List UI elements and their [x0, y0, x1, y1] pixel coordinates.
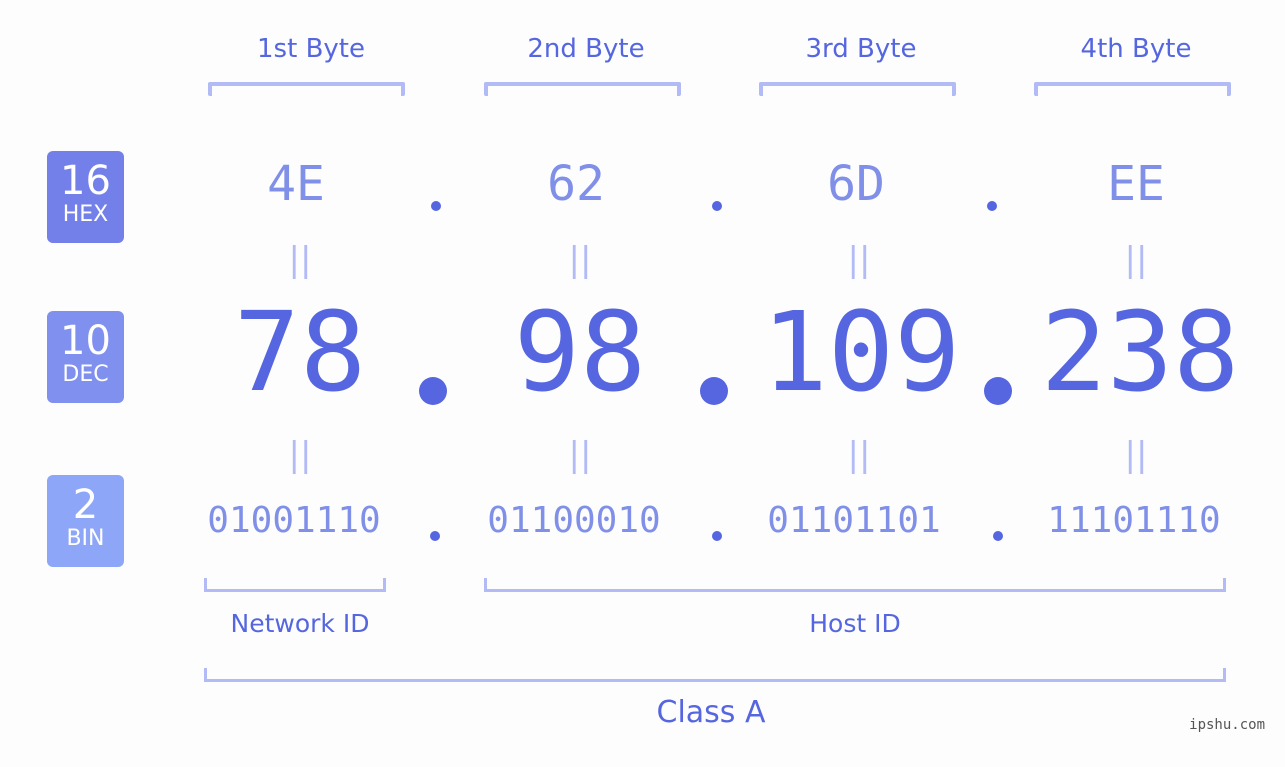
dec-value-3: 109	[761, 288, 961, 416]
dec-base: 10	[60, 318, 111, 364]
bin-badge: 2 BIN	[47, 475, 124, 567]
equals-icon: ||	[568, 240, 592, 280]
hex-value-2: 62	[547, 156, 605, 212]
hex-value-1: 4E	[267, 156, 325, 212]
byte-bracket-2	[484, 82, 681, 96]
byte-bracket-4	[1034, 82, 1231, 96]
network-id-bracket	[204, 578, 386, 592]
byte-header-2: 2nd Byte	[527, 34, 645, 64]
dec-value-2: 98	[513, 288, 647, 416]
dec-dot-3	[984, 377, 1012, 405]
bin-value-2: 01100010	[487, 500, 661, 541]
byte-header-1: 1st Byte	[257, 34, 365, 64]
bin-dot-2	[712, 531, 722, 541]
bin-dot-3	[993, 531, 1003, 541]
equals-icon: ||	[288, 240, 312, 280]
equals-icon: ||	[847, 240, 871, 280]
dec-badge: 10 DEC	[47, 311, 124, 403]
host-id-bracket	[484, 578, 1226, 592]
host-id-label: Host ID	[809, 609, 901, 638]
network-id-label: Network ID	[230, 609, 370, 638]
hex-dot-3	[987, 201, 997, 211]
dec-value-1: 78	[233, 288, 367, 416]
byte-bracket-3	[759, 82, 956, 96]
hex-value-3: 6D	[827, 156, 885, 212]
bin-dot-1	[430, 531, 440, 541]
bin-name: BIN	[66, 526, 105, 551]
byte-header-3: 3rd Byte	[805, 34, 917, 64]
hex-badge: 16 HEX	[47, 151, 124, 243]
hex-dot-2	[712, 201, 722, 211]
class-bracket	[204, 668, 1226, 682]
dec-value-4: 238	[1040, 288, 1240, 416]
bin-value-4: 11101110	[1047, 500, 1221, 541]
hex-name: HEX	[62, 202, 109, 227]
equals-icon: ||	[568, 435, 592, 475]
equals-icon: ||	[1124, 435, 1148, 475]
dec-dot-1	[419, 377, 447, 405]
dec-dot-2	[700, 377, 728, 405]
byte-bracket-1	[208, 82, 405, 96]
hex-value-4: EE	[1107, 156, 1165, 212]
equals-icon: ||	[288, 435, 312, 475]
hex-dot-1	[431, 201, 441, 211]
bin-base: 2	[72, 482, 99, 528]
class-label: Class A	[656, 695, 766, 730]
equals-icon: ||	[1124, 240, 1148, 280]
watermark: ipshu.com	[1189, 717, 1265, 733]
byte-header-4: 4th Byte	[1080, 34, 1192, 64]
equals-icon: ||	[847, 435, 871, 475]
bin-value-3: 01101101	[767, 500, 941, 541]
bin-value-1: 01001110	[207, 500, 381, 541]
hex-base: 16	[60, 158, 111, 204]
dec-name: DEC	[62, 362, 109, 387]
